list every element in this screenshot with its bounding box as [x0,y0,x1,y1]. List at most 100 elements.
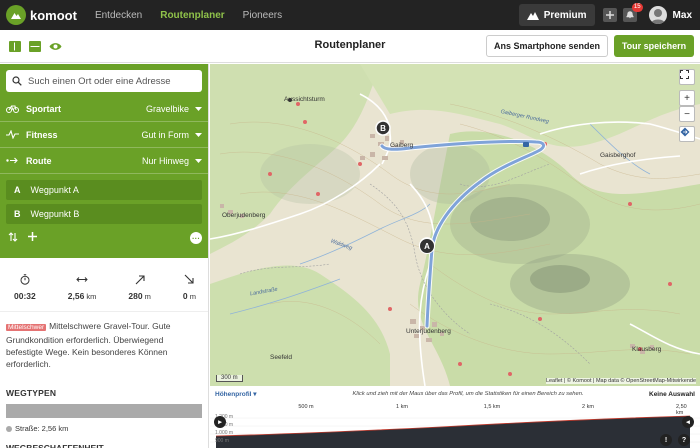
waypoint-label: Wegpunkt A [30,185,79,195]
notification-bell-icon[interactable]: 15 [622,3,643,22]
elevation-hint: Klick und zieh mit der Maus über das Pro… [352,391,584,397]
distance-stat: 2,56 km [67,274,97,311]
sport-type-label: Sportart [26,103,62,114]
ascent-stat: 280 m [128,274,151,311]
map-label-aussichtsturm: Aussichtsturm [284,96,325,103]
waytype-legend-label: Straße: 2,56 km [15,424,69,433]
nav-link-discover[interactable]: Entdecken [95,10,142,21]
route-map[interactable]: B A Aussichtsturm Gaiberg Oberjudenberg … [210,64,700,386]
descent-unit: m [187,292,196,301]
x-tick: 1 km [396,404,408,410]
search-box[interactable] [6,70,202,92]
map-label-gaisberghof: Gaisberghof [600,152,636,159]
add-icon[interactable] [602,8,617,22]
waypoint-a[interactable]: A Wegpunkt A [6,180,202,200]
pulse-icon [6,130,20,139]
y-label: 900 m [215,438,229,444]
reverse-route-icon[interactable] [8,231,18,245]
elevation-title: Höhenprofil [215,391,252,398]
logo[interactable]: komoot [6,5,77,25]
planner-header: Routenplaner Ans Smartphone senden Tour … [0,30,700,63]
bike-icon [6,104,20,113]
ascent-value: 280 [128,291,143,301]
legend-dot-icon [6,425,12,432]
waypoint-b[interactable]: B Wegpunkt B [6,204,202,224]
fitness-value: Gut in Form [141,129,189,140]
waypoint-letter: A [14,185,21,195]
send-to-smartphone-button[interactable]: Ans Smartphone senden [486,35,608,57]
svg-text:B: B [380,124,386,133]
ascent-arrow-icon [135,275,145,285]
profile-start-icon[interactable]: ▸ [214,416,226,428]
zoom-out-icon[interactable]: − [679,106,695,122]
distance-value: 2,56 [67,291,85,301]
waytypes-legend: Straße: 2,56 km [0,418,208,439]
help-icon[interactable]: ? [678,434,690,446]
avatar[interactable] [648,6,667,24]
fitness-selector[interactable]: Fitness Gut in Form [0,122,208,148]
user-name[interactable]: Max [673,10,692,21]
waypoint-letter: B [14,209,21,219]
duration-value: 00:32 [14,291,36,301]
y-label: 1.000 m [215,430,234,436]
notification-badge: 15 [631,3,643,12]
map-attribution[interactable]: Leaflet | © Komoot | Map data © OpenStre… [545,378,696,384]
route-type-selector[interactable]: Route Nur Hinweg [0,148,208,174]
elevation-profile[interactable]: Höhenprofil ▾ Klick und zieh mit der Mau… [210,386,700,448]
mountain-icon [526,12,539,20]
premium-button[interactable]: Premium [518,4,595,26]
map-scale: 300 m [216,375,243,382]
info-icon[interactable]: ! [660,434,672,446]
waypoint-a-marker[interactable]: A [419,238,435,254]
chevron-down-icon [195,104,202,114]
planner-options-panel: Sportart Gravelbike Fitness Gut in Form … [0,64,208,258]
map-canvas[interactable]: B [210,64,700,386]
save-tour-button[interactable]: Tour speichern [614,35,694,57]
fullscreen-icon[interactable] [679,69,695,85]
add-waypoint-icon[interactable] [28,232,37,244]
waytypes-title: WEGTYPEN [6,388,57,398]
descent-stat: 0 m [183,274,196,311]
waytypes-bar[interactable] [6,404,202,418]
logo-text: komoot [30,7,77,23]
stopwatch-icon [20,274,30,285]
elevation-x-axis: 500 m 1 km 1,5 km 2 km 2,50 km [210,402,700,416]
search-input[interactable] [28,75,198,87]
more-options-icon[interactable]: ··· [190,232,202,244]
ascent-unit: m [142,292,151,301]
distance-unit: km [84,292,97,301]
map-label-oberjudenberg: Oberjudenberg [222,212,266,219]
elevation-header: Höhenprofil ▾ Klick und zieh mit der Mau… [210,386,700,402]
sport-type-value: Gravelbike [145,103,189,114]
map-label-seefeld: Seefeld [270,354,293,361]
premium-label: Premium [543,9,587,21]
surface-title: WEGBESCHAFFENHEIT [6,443,104,448]
descent-arrow-icon [185,274,195,284]
search-icon [12,76,22,86]
distance-arrows-icon [76,277,88,282]
top-navigation: komoot Entdecken Routenplaner Pioneers P… [0,0,700,30]
layers-icon[interactable] [679,126,695,142]
elevation-chart[interactable]: 1.200 m 1.100 m 1.000 m 900 m [210,414,700,448]
route-label: Route [26,155,52,166]
sport-type-selector[interactable]: Sportart Gravelbike [0,96,208,122]
komoot-logo-icon [6,5,26,25]
map-label-klausberg: Klausberg [632,346,662,353]
waypoint-label: Wegpunkt B [30,209,80,219]
duration-stat: 00:32 [14,274,36,311]
map-label-gaiberg: Gaiberg [390,142,414,149]
profile-end-icon[interactable]: ◂ [682,416,694,428]
route-value: Nur Hinweg [141,155,189,166]
x-tick: 1,5 km [483,404,501,410]
map-label-unterjudenberg: Unterjudenberg [406,328,451,335]
elevation-tab[interactable]: Höhenprofil ▾ [215,390,257,398]
x-tick: 2 km [582,404,594,410]
tour-description: Mittelschwer Mittelschwere Gravel-Tour. G… [0,312,208,378]
nav-link-pioneers[interactable]: Pioneers [243,10,282,21]
tour-stats: 00:32 2,56 km 280 m 0 m [0,264,208,312]
nav-link-route-planner[interactable]: Routenplaner [160,10,224,21]
selection-state: Keine Auswahl [649,390,695,398]
fitness-label: Fitness [26,129,58,140]
chevron-down-icon [195,156,202,166]
zoom-in-icon[interactable]: + [679,90,695,106]
